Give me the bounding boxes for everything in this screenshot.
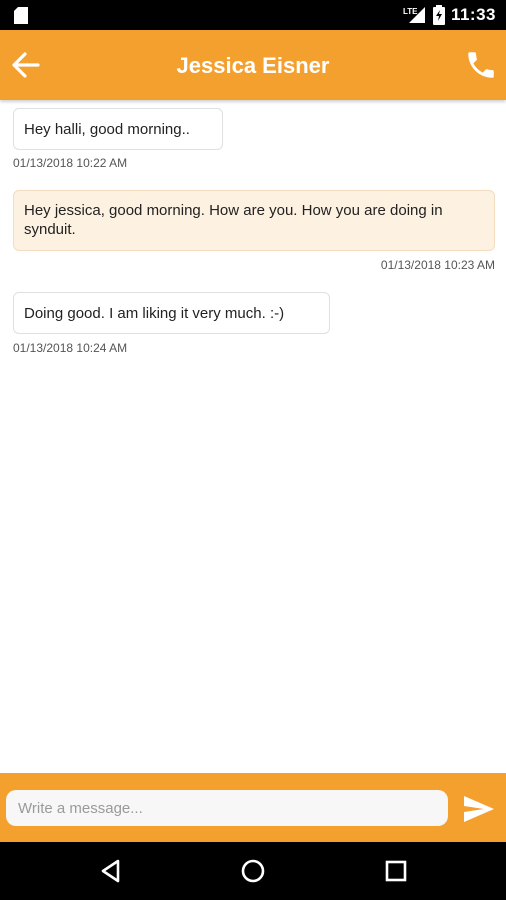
message-text: Hey halli, good morning.. xyxy=(24,121,190,138)
message-composer xyxy=(0,773,506,842)
message-text: Doing good. I am liking it very much. :-… xyxy=(24,305,285,322)
app-bar: Jessica Eisner xyxy=(0,30,506,100)
message-input[interactable] xyxy=(6,790,448,826)
message-text: Hey jessica, good morning. How are you. … xyxy=(24,202,443,238)
nav-back-icon[interactable] xyxy=(96,856,126,886)
status-icons: LTE 11:33 xyxy=(403,0,496,30)
sd-card-icon xyxy=(14,7,28,24)
send-icon[interactable] xyxy=(462,794,496,824)
nav-home-icon[interactable] xyxy=(238,856,268,886)
battery-icon xyxy=(432,5,445,25)
status-bar: LTE 11:33 xyxy=(0,0,506,30)
message-bubble-incoming: Hey halli, good morning.. xyxy=(13,108,223,150)
status-time: 11:33 xyxy=(450,5,496,24)
message-timestamp: 01/13/2018 10:23 AM xyxy=(380,258,495,272)
contact-name-title: Jessica Eisner xyxy=(176,53,330,78)
message-timestamp: 01/13/2018 10:24 AM xyxy=(13,341,128,355)
message-list[interactable]: Hey halli, good morning.. 01/13/2018 10:… xyxy=(0,100,506,773)
phone-icon[interactable] xyxy=(464,48,498,82)
svg-text:LTE: LTE xyxy=(403,7,418,16)
nav-recents-icon[interactable] xyxy=(381,856,411,886)
message-bubble-outgoing: Hey jessica, good morning. How are you. … xyxy=(13,190,495,251)
lte-signal-icon: LTE xyxy=(403,7,425,23)
message-bubble-incoming: Doing good. I am liking it very much. :-… xyxy=(13,292,330,334)
system-navigation-bar xyxy=(0,842,506,900)
message-timestamp: 01/13/2018 10:22 AM xyxy=(13,156,128,170)
